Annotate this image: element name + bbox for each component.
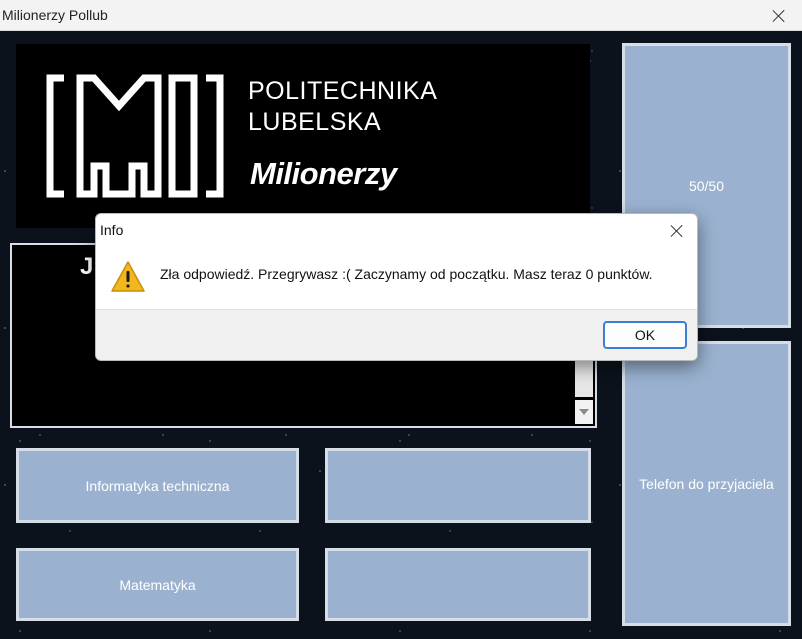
window-close-button[interactable] (756, 0, 802, 31)
dialog-title: Info (100, 222, 124, 238)
dialog-message: Zła odpowiedź. Przegrywasz :( Zaczynamy … (160, 266, 653, 282)
window-title: Milionerzy Pollub (2, 7, 108, 23)
university-name: POLITECHNIKA LUBELSKA (248, 76, 437, 138)
ok-button[interactable]: OK (603, 321, 687, 349)
info-dialog: Info Zła odpowiedź. Przegrywasz :( Zaczy… (95, 213, 698, 361)
window-titlebar: Milionerzy Pollub (0, 0, 802, 31)
close-icon (772, 9, 786, 23)
warning-icon (111, 261, 145, 292)
university-name-line2: LUBELSKA (248, 108, 382, 136)
dialog-close-button[interactable] (659, 217, 695, 245)
answer-button-c[interactable]: Matematyka (16, 548, 299, 621)
dialog-footer: OK (96, 309, 697, 360)
answer-button-a[interactable]: Informatyka techniczna (16, 448, 299, 523)
question-text: J (80, 253, 94, 280)
answer-button-b[interactable] (325, 448, 591, 523)
phone-friend-button[interactable]: Telefon do przyjaciela (622, 341, 791, 626)
university-name-line1: POLITECHNIKA (248, 77, 438, 105)
politechnika-logo-icon (46, 74, 224, 198)
scroll-down-button[interactable] (575, 400, 593, 424)
answer-button-d[interactable] (325, 548, 591, 621)
game-brand: Milionerzy (250, 156, 397, 191)
logo-panel: POLITECHNIKA LUBELSKA Milionerzy (16, 44, 590, 228)
close-icon (670, 224, 684, 238)
